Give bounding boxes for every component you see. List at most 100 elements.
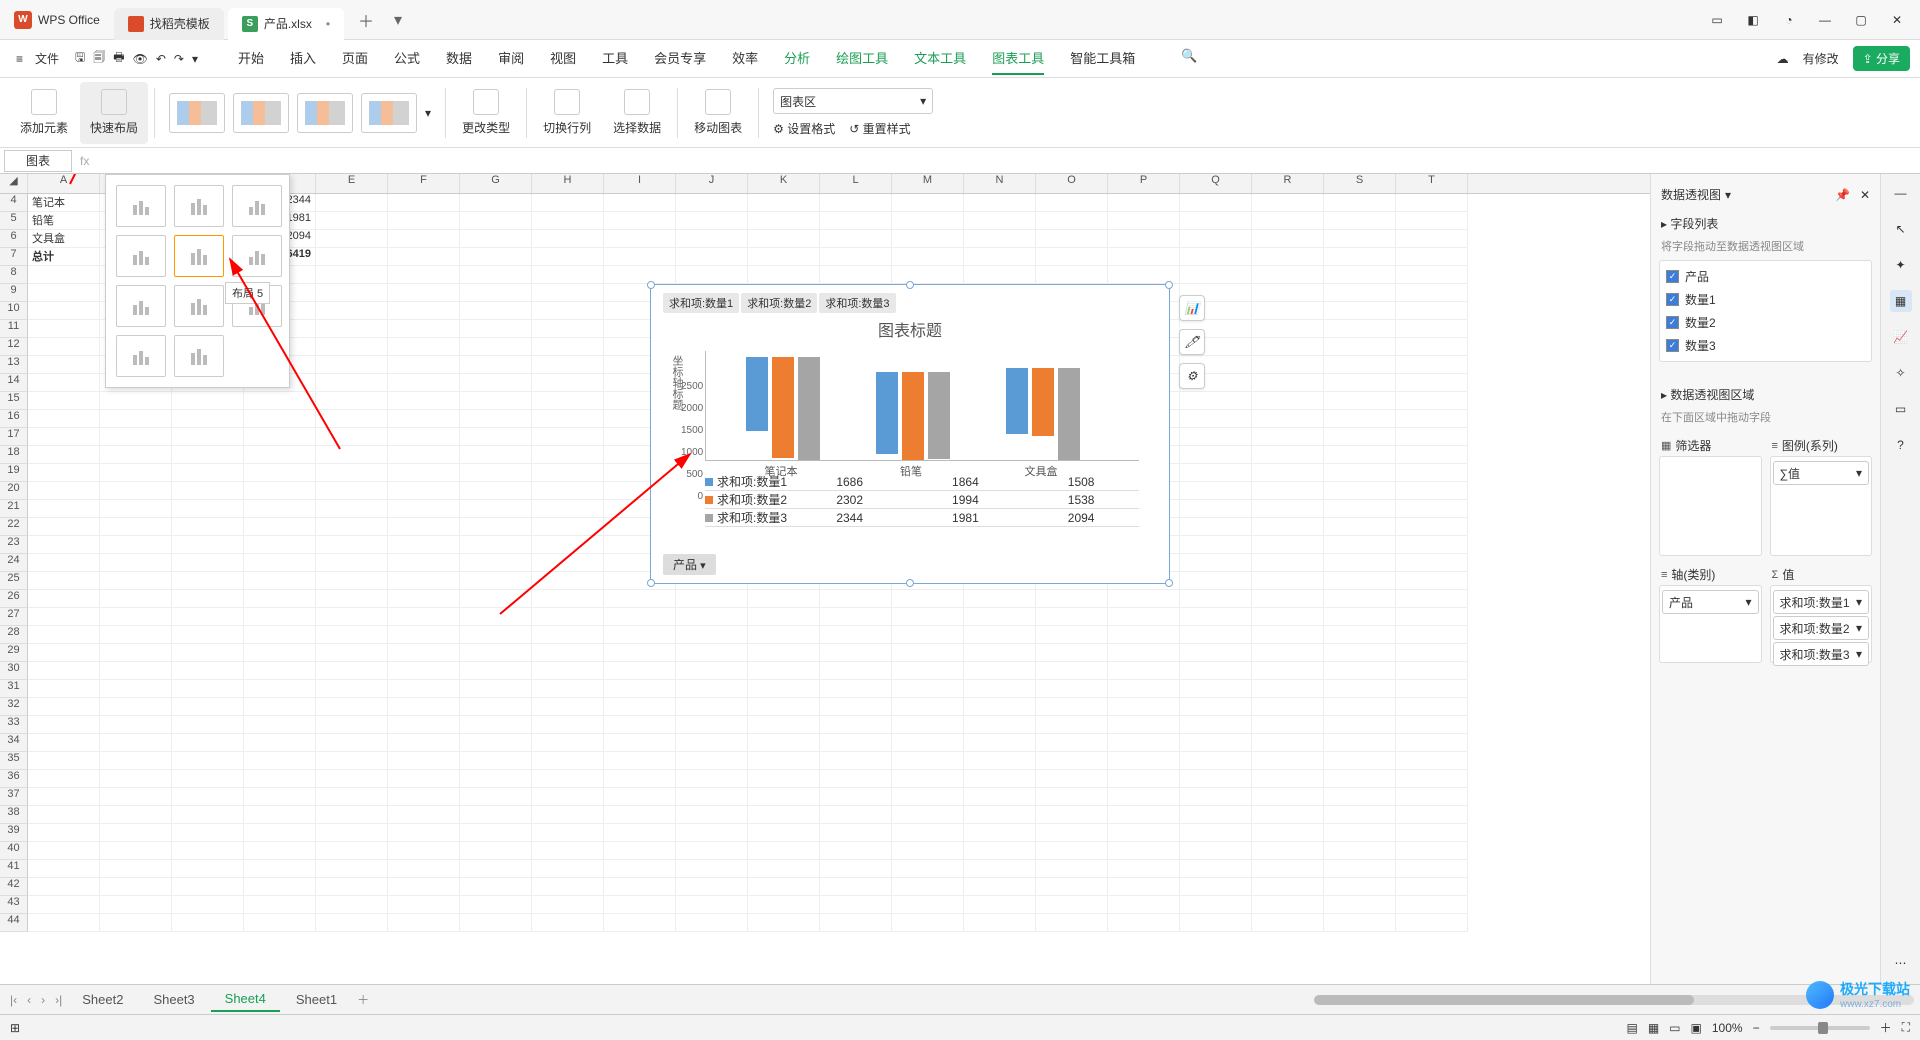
cell[interactable]: [388, 806, 460, 824]
cell[interactable]: [1396, 824, 1468, 842]
cell[interactable]: [1324, 230, 1396, 248]
row-header[interactable]: 21: [0, 500, 28, 518]
cell[interactable]: [100, 842, 172, 860]
cell[interactable]: [316, 680, 388, 698]
cell[interactable]: [1108, 842, 1180, 860]
tab-templates[interactable]: 找稻壳模板: [114, 8, 224, 40]
cell[interactable]: [316, 824, 388, 842]
field-product[interactable]: ✓产品: [1664, 265, 1867, 288]
cell[interactable]: [964, 842, 1036, 860]
cell[interactable]: [28, 878, 100, 896]
tab-drawing[interactable]: 绘图工具: [836, 42, 888, 75]
cell[interactable]: [1252, 734, 1324, 752]
cell[interactable]: [1180, 554, 1252, 572]
bar[interactable]: [876, 372, 898, 454]
cell[interactable]: [100, 734, 172, 752]
row-header[interactable]: 43: [0, 896, 28, 914]
cell[interactable]: [748, 716, 820, 734]
cell[interactable]: [172, 554, 244, 572]
cell[interactable]: [1108, 194, 1180, 212]
cell[interactable]: [1180, 482, 1252, 500]
cell[interactable]: [820, 752, 892, 770]
cell[interactable]: [1252, 374, 1324, 392]
cloud-sync-icon[interactable]: ☁: [1777, 52, 1789, 66]
cell[interactable]: [532, 446, 604, 464]
cell[interactable]: [1324, 464, 1396, 482]
area-axis[interactable]: 产品▾: [1659, 585, 1762, 663]
cell[interactable]: [1036, 644, 1108, 662]
rail-minimize-icon[interactable]: —: [1890, 182, 1912, 204]
chart-title[interactable]: 图表标题: [651, 317, 1169, 341]
cell[interactable]: [1324, 734, 1396, 752]
rail-style-icon[interactable]: ✦: [1890, 254, 1912, 276]
cell[interactable]: [100, 536, 172, 554]
cell[interactable]: [604, 590, 676, 608]
cell[interactable]: [892, 698, 964, 716]
cell[interactable]: [1108, 590, 1180, 608]
cell[interactable]: [748, 608, 820, 626]
tab-smart-toolbox[interactable]: 智能工具箱: [1070, 42, 1135, 75]
cell[interactable]: [1396, 572, 1468, 590]
cell[interactable]: [748, 788, 820, 806]
cell[interactable]: [820, 590, 892, 608]
cell[interactable]: [28, 716, 100, 734]
cell[interactable]: [1324, 608, 1396, 626]
cell[interactable]: [532, 788, 604, 806]
cell[interactable]: [532, 824, 604, 842]
cell[interactable]: [100, 698, 172, 716]
cell[interactable]: [1252, 212, 1324, 230]
cell[interactable]: [964, 716, 1036, 734]
cell[interactable]: [676, 860, 748, 878]
cell[interactable]: [1252, 608, 1324, 626]
cell[interactable]: [892, 788, 964, 806]
cell[interactable]: [1324, 752, 1396, 770]
cell[interactable]: [1396, 608, 1468, 626]
cell[interactable]: [460, 392, 532, 410]
cell[interactable]: [1324, 554, 1396, 572]
fullscreen-icon[interactable]: ⛶: [1902, 1020, 1910, 1035]
row-header[interactable]: 12: [0, 338, 28, 356]
cell[interactable]: [820, 644, 892, 662]
area-values[interactable]: 求和项:数量1▾ 求和项:数量2▾ 求和项:数量3▾: [1770, 585, 1873, 663]
cell[interactable]: [244, 806, 316, 824]
cell[interactable]: [1252, 248, 1324, 266]
cell[interactable]: [1252, 878, 1324, 896]
cell[interactable]: [1252, 230, 1324, 248]
cell[interactable]: [172, 536, 244, 554]
cell[interactable]: [388, 788, 460, 806]
cell[interactable]: [820, 896, 892, 914]
save-as-icon[interactable]: 🗐: [93, 48, 105, 69]
cell[interactable]: [1396, 410, 1468, 428]
cell[interactable]: [1252, 644, 1324, 662]
cell[interactable]: [100, 770, 172, 788]
cell[interactable]: [244, 392, 316, 410]
row-header[interactable]: 33: [0, 716, 28, 734]
cell[interactable]: [892, 770, 964, 788]
cell[interactable]: [28, 572, 100, 590]
cell[interactable]: [532, 500, 604, 518]
cell[interactable]: [316, 698, 388, 716]
row-header[interactable]: 26: [0, 590, 28, 608]
cell[interactable]: [1324, 248, 1396, 266]
cell[interactable]: [100, 914, 172, 932]
cell[interactable]: [964, 698, 1036, 716]
cell[interactable]: [28, 266, 100, 284]
cell[interactable]: [964, 752, 1036, 770]
cell[interactable]: [892, 590, 964, 608]
cell[interactable]: [1252, 446, 1324, 464]
layout-option-8[interactable]: [174, 285, 224, 327]
cell[interactable]: [892, 734, 964, 752]
value-pill-2[interactable]: 求和项:数量2▾: [1773, 616, 1870, 640]
cell[interactable]: [460, 518, 532, 536]
menu-hamburger-icon[interactable]: ≡: [10, 52, 29, 66]
cell[interactable]: [388, 194, 460, 212]
cell[interactable]: [1108, 770, 1180, 788]
cell[interactable]: [1324, 788, 1396, 806]
cell[interactable]: [820, 806, 892, 824]
cell[interactable]: [604, 806, 676, 824]
cell[interactable]: [532, 356, 604, 374]
row-header[interactable]: 25: [0, 572, 28, 590]
cell[interactable]: [1180, 824, 1252, 842]
row-header[interactable]: 16: [0, 410, 28, 428]
cell[interactable]: [244, 896, 316, 914]
